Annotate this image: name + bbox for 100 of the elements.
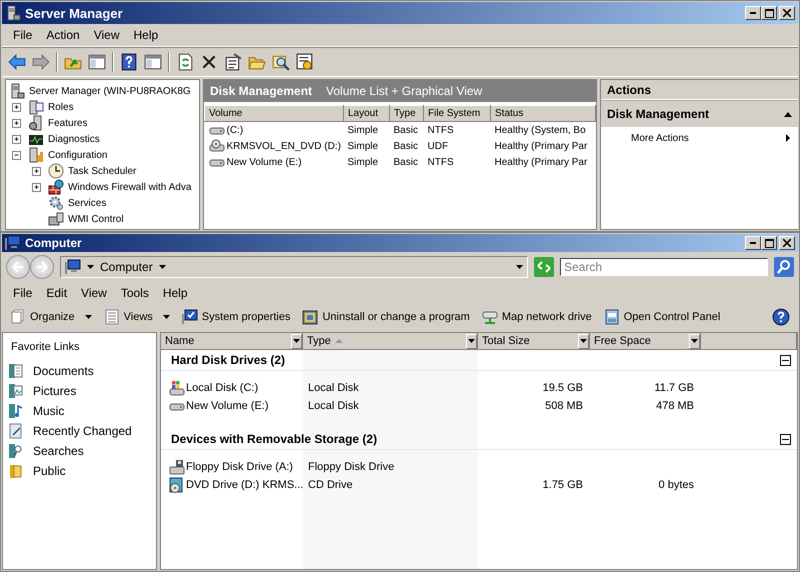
back-arrow-icon[interactable] [8, 53, 26, 71]
search-icon[interactable] [774, 257, 794, 277]
pane-title: Favorite Links [10, 341, 80, 355]
tree-item[interactable]: Task Scheduler [66, 166, 136, 176]
expander-box[interactable] [12, 134, 21, 144]
magnifier-icon[interactable] [272, 53, 290, 71]
breadcrumb[interactable]: Computer [100, 260, 153, 274]
dropdown-button[interactable] [578, 334, 589, 348]
dropdown-button[interactable] [689, 334, 700, 348]
address-bar[interactable]: Computer [60, 256, 528, 278]
pane-icon[interactable] [144, 53, 162, 71]
refresh-icon[interactable] [534, 257, 554, 277]
pane-icon[interactable] [88, 53, 106, 71]
caret-icon[interactable] [87, 265, 94, 269]
expander-box[interactable] [12, 118, 21, 128]
section-header[interactable]: Disk Management [601, 100, 798, 127]
tree-item[interactable]: Features [46, 118, 88, 128]
expander-box[interactable] [12, 102, 21, 112]
column-header[interactable]: Type [390, 106, 424, 122]
menu-item[interactable]: Edit [39, 284, 74, 302]
maximize-button[interactable] [761, 6, 777, 20]
toolbar-button[interactable]: Uninstall or change a program [302, 309, 470, 325]
column-header[interactable]: Free Space [594, 335, 651, 347]
file-name[interactable]: New Volume (E:) [186, 400, 269, 412]
pane-title: Actions [601, 80, 798, 100]
favorite-link[interactable]: Public [33, 464, 66, 478]
column-header[interactable]: Volume [204, 106, 344, 122]
column-header[interactable]: File System [424, 106, 490, 122]
minimize-button[interactable] [745, 236, 761, 250]
delete-icon[interactable] [200, 53, 218, 71]
network-drive-icon [482, 309, 498, 325]
toolbar-button[interactable]: System properties [182, 309, 290, 325]
column-header[interactable]: Name [165, 335, 194, 347]
menu-item[interactable]: Help [126, 26, 166, 44]
table-cell-text: Healthy (Primary Par [494, 140, 588, 154]
menu-item[interactable]: File [6, 26, 40, 44]
minimize-button[interactable] [745, 6, 761, 20]
favorite-link[interactable]: Pictures [33, 384, 76, 398]
tree-item[interactable]: Configuration [46, 150, 108, 160]
collapse-box[interactable] [780, 354, 791, 366]
action-item[interactable]: More Actions [601, 127, 798, 149]
menu-item[interactable]: Tools [114, 284, 156, 302]
caret-icon[interactable] [158, 265, 166, 269]
menu-item[interactable]: View [86, 26, 126, 44]
table-cell-text: Floppy Disk Drive [307, 461, 396, 473]
dropdown-button[interactable] [291, 334, 302, 348]
back-button[interactable] [6, 255, 30, 279]
table-cell-text: Basic [392, 156, 419, 170]
favorite-link[interactable]: Recently Changed [33, 424, 132, 438]
window-title: Computer [25, 236, 83, 250]
toolbar-button[interactable]: Organize [10, 309, 92, 325]
group-header[interactable]: Hard Disk Drives (2) [171, 353, 780, 367]
table-cell: NTFS [424, 122, 490, 138]
tree-item[interactable]: Services [66, 198, 106, 208]
expander-box[interactable] [32, 182, 41, 192]
column-header[interactable]: Status [490, 106, 596, 122]
tree-item[interactable]: Diagnostics [46, 134, 100, 144]
toolbar-button[interactable]: Map network drive [482, 309, 592, 325]
close-button[interactable] [779, 236, 795, 250]
column-header[interactable]: Type [307, 335, 331, 347]
caret-icon[interactable] [516, 265, 523, 269]
favorite-link[interactable]: Music [33, 404, 64, 418]
forward-button[interactable] [30, 255, 54, 279]
menu-item[interactable]: View [74, 284, 114, 302]
menu-item[interactable]: Action [39, 26, 87, 44]
settings-icon[interactable] [296, 53, 314, 71]
tree-item[interactable]: Roles [46, 102, 74, 112]
expander-box[interactable] [12, 150, 21, 160]
tree-item[interactable]: Server Manager (WIN-PU8RAOK8G [27, 86, 191, 96]
collapse-arrow-icon[interactable] [784, 112, 792, 116]
column-header[interactable]: Layout [344, 106, 390, 122]
maximize-button[interactable] [761, 236, 777, 250]
tree-item[interactable]: Windows Firewall with Adva [66, 182, 192, 192]
expander-box[interactable] [32, 166, 41, 176]
column-header[interactable]: Total Size [482, 335, 530, 347]
tree-item[interactable]: WMI Control [66, 214, 124, 224]
properties-icon[interactable] [224, 53, 242, 71]
refresh-icon[interactable] [176, 53, 194, 71]
file-name[interactable]: DVD Drive (D:) KRMS... [186, 479, 304, 491]
toolbar-button[interactable]: Views [104, 309, 170, 325]
dropdown-button[interactable] [466, 334, 477, 348]
forward-arrow-icon[interactable] [32, 53, 50, 71]
menu-item[interactable]: File [6, 284, 40, 302]
file-name[interactable]: Floppy Disk Drive (A:) [186, 461, 293, 473]
list-icon [104, 309, 120, 325]
file-name[interactable]: Local Disk (C:) [186, 382, 258, 394]
menu-item[interactable]: Help [156, 284, 195, 302]
group-header[interactable]: Devices with Removable Storage (2) [171, 432, 780, 446]
search-field[interactable]: Search [560, 258, 768, 276]
collapse-box[interactable] [780, 434, 791, 444]
help-icon[interactable] [120, 53, 138, 71]
help-icon[interactable] [772, 308, 790, 326]
favorite-link[interactable]: Searches [33, 444, 84, 458]
pages-icon [10, 309, 26, 325]
favorite-link[interactable]: Documents [33, 364, 94, 378]
disc-drive-icon [208, 138, 224, 154]
toolbar-button[interactable]: Open Control Panel [604, 309, 720, 325]
table-cell-text: Basic [392, 140, 419, 154]
caret-icon [468, 339, 475, 343]
close-button[interactable] [779, 6, 795, 20]
